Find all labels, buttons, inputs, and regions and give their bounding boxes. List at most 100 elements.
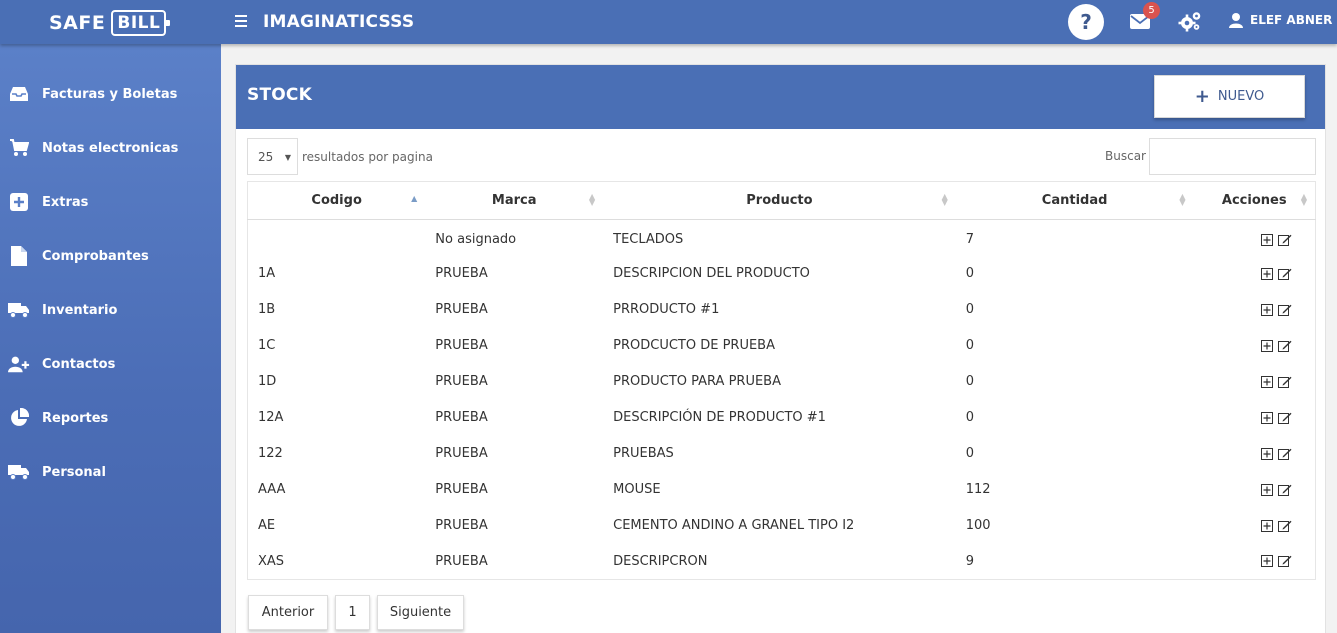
edit-icon[interactable] [1278,484,1292,496]
edit-icon[interactable] [1278,520,1292,532]
help-button[interactable]: ? [1068,4,1104,40]
sidebar-item-reportes[interactable]: Reportes [0,398,221,438]
file-icon [8,245,30,267]
top-bar: SAFE BILL IMAGINATICSSS ? 5 ELEF ABNER [0,0,1337,44]
cell-producto: DESCRIPCION DEL PRODUCTO [613,266,810,281]
settings-gears-icon[interactable] [1178,10,1202,32]
sidebar-item-inventario[interactable]: Inventario [0,290,221,330]
cell-cantidad: 100 [965,518,991,533]
sidebar-item-label: Inventario [42,302,118,318]
sidebar: Facturas y Boletas Notas electronicas Ex… [0,44,221,633]
cell-acciones [1193,400,1315,436]
cell-marca: No asignado [435,232,517,248]
table-row: No asignado TECLADOS 7 [248,220,1316,256]
expand-plus-icon[interactable] [1261,233,1274,246]
prev-page-button[interactable]: Anterior [248,595,328,630]
column-header-acciones[interactable]: Acciones ▲ ▼ [1193,181,1316,220]
sidebar-item-personal[interactable]: Personal [0,452,221,492]
cell-acciones [1193,256,1315,292]
stock-table: Codigo ▲ Marca ▲ ▼ Producto ▲ ▼ Cantidad ▲ ▼ Ac… [247,181,1316,580]
cell-cantidad: 0 [965,374,975,389]
sidebar-item-facturas[interactable]: Facturas y Boletas [0,74,221,114]
expand-plus-icon[interactable] [1261,447,1274,460]
column-header-cantidad[interactable]: Cantidad ▲ ▼ [955,181,1194,220]
sort-asc-icon: ▲ [411,194,418,203]
search-label: Buscar [1105,149,1146,163]
cell-acciones [1193,220,1315,256]
sidebar-item-label: Facturas y Boletas [42,86,178,102]
cell-marca: PRUEBA [435,410,488,425]
cell-acciones [1193,472,1315,508]
cell-codigo: 12A [258,410,284,425]
cell-cantidad: 0 [965,446,975,461]
table-row: XAS PRUEBA DESCRIPCRON 9 [248,544,1316,580]
user-menu[interactable]: ELEF ABNER [1228,12,1332,28]
expand-plus-icon[interactable] [1261,267,1274,280]
edit-icon[interactable] [1278,448,1292,460]
new-button-label: NUEVO [1217,89,1265,104]
page-size-select[interactable]: 25 ▼ [247,138,298,175]
cell-producto: TECLADOS [613,232,684,248]
sidebar-item-label: Reportes [42,410,109,426]
menu-toggle-icon[interactable] [235,15,247,27]
plus-icon: + [1194,85,1210,107]
stock-card: STOCK + NUEVO 25 ▼ resultados por pagina… [235,64,1326,633]
column-header-codigo[interactable]: Codigo ▲ [247,181,426,220]
safebill-logo[interactable]: SAFE BILL [49,9,171,36]
expand-plus-icon[interactable] [1261,339,1274,352]
sidebar-item-label: Notas electronicas [42,140,179,156]
cell-producto: CEMENTO ANDINO A GRANEL TIPO I2 [613,518,855,533]
cell-cantidad: 7 [965,232,975,248]
cart-icon [8,137,30,159]
expand-plus-icon[interactable] [1261,483,1274,496]
cell-producto: MOUSE [613,482,661,497]
edit-icon[interactable] [1278,234,1292,246]
page-1-button[interactable]: 1 [335,595,370,630]
truck-icon [8,461,30,483]
cell-cantidad: 0 [965,302,975,317]
sidebar-item-label: Extras [42,194,89,210]
card-header: STOCK + NUEVO [236,65,1325,129]
edit-icon[interactable] [1278,304,1292,316]
new-button[interactable]: + NUEVO [1154,75,1305,118]
expand-plus-icon[interactable] [1261,555,1274,568]
edit-icon[interactable] [1278,412,1292,424]
truck-icon [8,299,30,321]
user-icon [1229,13,1243,28]
sidebar-item-extras[interactable]: Extras [0,182,221,222]
cell-producto: PRUEBAS [613,446,674,461]
sort-icon: ▲ ▼ [588,192,596,207]
cell-marca: PRUEBA [435,482,488,497]
expand-plus-icon[interactable] [1261,519,1274,532]
cell-producto: DESCRIPCRON [613,553,708,569]
sidebar-item-label: Contactos [42,356,116,372]
sort-icon: ▲ ▼ [941,192,948,207]
next-page-button[interactable]: Siguiente [377,595,464,630]
sidebar-item-contactos[interactable]: Contactos [0,344,221,384]
cell-acciones [1193,292,1315,328]
sidebar-item-comprobantes[interactable]: Comprobantes [0,236,221,276]
expand-plus-icon[interactable] [1261,375,1274,388]
cell-codigo: AAA [258,482,286,497]
edit-icon[interactable] [1278,376,1292,388]
edit-icon[interactable] [1278,340,1292,352]
cell-codigo: 1A [258,266,276,281]
expand-plus-icon[interactable] [1261,303,1274,316]
cell-producto: DESCRIPCIÓN DE PRODUCTO #1 [613,410,826,425]
cell-codigo: 122 [258,446,283,461]
cell-cantidad: 0 [965,410,975,425]
table-row: 1D PRUEBA PRODUCTO PARA PRUEBA 0 [248,364,1316,400]
cell-acciones [1193,508,1315,544]
logo-text-bill: BILL [111,9,171,36]
sidebar-item-notas[interactable]: Notas electronicas [0,128,221,168]
logo-text-safe: SAFE [49,11,106,34]
edit-icon[interactable] [1278,268,1292,280]
edit-icon[interactable] [1278,555,1292,568]
search-input[interactable] [1149,138,1316,175]
cell-codigo: XAS [258,553,285,569]
page-size-control: 25 ▼ resultados por pagina [247,138,433,175]
cell-marca: PRUEBA [435,266,488,281]
column-header-producto[interactable]: Producto ▲ ▼ [603,181,956,220]
column-header-marca[interactable]: Marca ▲ ▼ [425,181,604,220]
expand-plus-icon[interactable] [1261,411,1274,424]
